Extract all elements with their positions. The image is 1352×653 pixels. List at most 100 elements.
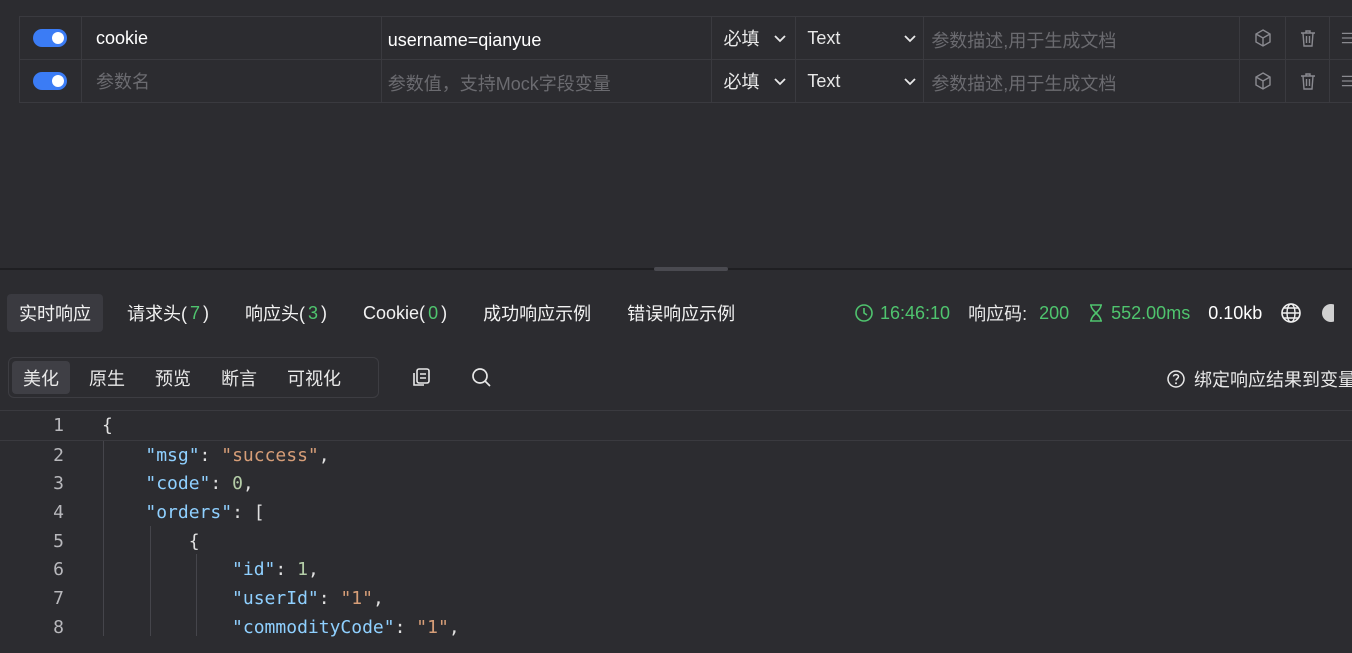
code-value: 200	[1039, 302, 1070, 323]
json-string: "1"	[416, 616, 449, 638]
required-select[interactable]: 必填	[712, 17, 797, 59]
hourglass-icon	[1090, 304, 1103, 322]
param-desc-field[interactable]: 参数描述,用于生成文档	[924, 60, 1241, 102]
json-number: 1	[297, 559, 308, 581]
params-table: cookie username=qianyue 必填 Text 参数描述,用于生…	[19, 16, 1352, 103]
line-number: 4	[53, 501, 64, 523]
param-value-field[interactable]: username=qianyue	[382, 17, 713, 59]
param-row: cookie username=qianyue 必填 Text 参数描述,用于生…	[19, 17, 1352, 60]
menu-icon[interactable]	[1341, 71, 1352, 91]
param-name-field[interactable]: 参数名	[82, 60, 382, 102]
code-line: 2 "msg": "success",	[0, 441, 1352, 470]
tab-realtime-response[interactable]: 实时响应	[7, 294, 103, 332]
size-value: 0.10kb	[1208, 302, 1263, 323]
code-line: 5 {	[0, 527, 1352, 556]
tab-preview[interactable]: 预览	[144, 361, 202, 394]
tab-raw[interactable]: 原生	[78, 361, 136, 394]
code-line: 8 "commodityCode": "1",	[0, 613, 1352, 642]
resize-handle[interactable]	[654, 267, 728, 271]
response-code: 响应码: 200	[968, 300, 1069, 326]
json-key: "code"	[145, 473, 211, 495]
tab-success-example[interactable]: 成功响应示例	[471, 294, 603, 332]
json-key: "msg"	[145, 444, 200, 466]
tab-count: 3	[308, 302, 319, 323]
json-key: "commodityCode"	[232, 616, 395, 638]
response-time: 16:46:10	[854, 303, 950, 324]
line-number: 6	[53, 559, 64, 581]
required-label: 必填	[723, 29, 760, 49]
line-number: 3	[53, 473, 64, 495]
json-viewer[interactable]: 1 { 2 "msg": "success", 3 "code": 0, 4 "…	[0, 412, 1352, 642]
response-tabs: 实时响应 请求头(7) 响应头(3) Cookie(0) 成功响应示例 错误响应…	[7, 294, 759, 332]
code-line: 1 {	[0, 412, 1352, 441]
tab-label: 响应头(	[245, 304, 306, 324]
tab-error-example[interactable]: 错误响应示例	[615, 294, 747, 332]
response-duration: 552.00ms	[1087, 303, 1190, 324]
code-line: 6 "id": 1,	[0, 555, 1352, 584]
tab-label: 请求头(	[127, 304, 187, 324]
response-size: 0.10kb	[1208, 303, 1262, 324]
cube-icon[interactable]	[1253, 28, 1273, 48]
json-brace: {	[102, 415, 113, 437]
code-label: 响应码:	[968, 304, 1028, 324]
tab-paren: )	[321, 302, 328, 323]
json-key: "orders"	[145, 501, 233, 523]
type-select[interactable]: Text	[796, 60, 925, 102]
time-value: 16:46:10	[880, 302, 951, 323]
line-number: 2	[53, 444, 64, 466]
chevron-down-icon	[774, 78, 787, 86]
json-string: "success"	[221, 444, 319, 466]
json-string: "1"	[340, 587, 373, 609]
copy-icon[interactable]	[410, 366, 432, 388]
line-number: 1	[53, 415, 64, 437]
menu-icon[interactable]	[1341, 28, 1352, 48]
globe-icon[interactable]	[1280, 302, 1302, 324]
param-name-field[interactable]: cookie	[82, 17, 382, 59]
json-bracket: [	[253, 501, 265, 523]
more-icon[interactable]	[1320, 302, 1335, 324]
json-key: "id"	[232, 559, 276, 581]
code-line: 4 "orders": [	[0, 498, 1352, 527]
tab-assert[interactable]: 断言	[210, 361, 268, 394]
type-label: Text	[807, 27, 841, 48]
type-select[interactable]: Text	[796, 17, 925, 59]
clock-icon	[855, 304, 873, 322]
param-row: 参数名 参数值，支持Mock字段变量 必填 Text 参数描述,用于生成文档	[19, 60, 1352, 103]
bind-label: 绑定响应结果到变量	[1194, 370, 1352, 390]
bind-response-variable[interactable]: 绑定响应结果到变量	[1166, 366, 1352, 392]
tab-beautify[interactable]: 美化	[12, 361, 70, 394]
trash-icon[interactable]	[1298, 71, 1318, 91]
chevron-down-icon	[774, 35, 787, 43]
code-line: 7 "userId": "1",	[0, 584, 1352, 613]
response-info: 16:46:10 响应码: 200 552.00ms 0.10kb	[854, 294, 1340, 332]
tab-visualize[interactable]: 可视化	[276, 361, 352, 394]
required-label: 必填	[723, 72, 760, 92]
tab-label: Cookie(	[363, 302, 426, 323]
enable-toggle[interactable]	[33, 72, 68, 90]
view-tabs: 美化 原生 预览 断言 可视化	[8, 357, 379, 398]
cube-icon[interactable]	[1253, 71, 1273, 91]
tab-request-headers[interactable]: 请求头(7)	[115, 294, 221, 332]
duration-value: 552.00ms	[1111, 302, 1191, 323]
tab-count: 7	[190, 302, 201, 323]
line-number: 5	[53, 530, 64, 552]
tab-paren: )	[441, 302, 448, 323]
json-brace: {	[188, 530, 200, 552]
tab-paren: )	[203, 302, 210, 323]
code-line: 3 "code": 0,	[0, 469, 1352, 498]
param-desc-field[interactable]: 参数描述,用于生成文档	[924, 17, 1241, 59]
tab-cookie[interactable]: Cookie(0)	[351, 294, 459, 332]
help-circle-icon	[1167, 370, 1185, 388]
search-icon[interactable]	[470, 366, 492, 388]
trash-icon[interactable]	[1298, 28, 1318, 48]
tab-count: 0	[428, 302, 439, 323]
line-number: 8	[53, 616, 64, 638]
tab-response-headers[interactable]: 响应头(3)	[233, 294, 339, 332]
required-select[interactable]: 必填	[712, 60, 797, 102]
json-number: 0	[232, 473, 243, 495]
enable-toggle[interactable]	[33, 29, 68, 47]
chevron-down-icon	[904, 35, 916, 43]
param-value-field[interactable]: 参数值，支持Mock字段变量	[382, 60, 713, 102]
type-label: Text	[807, 70, 841, 91]
json-key: "userId"	[232, 587, 319, 609]
